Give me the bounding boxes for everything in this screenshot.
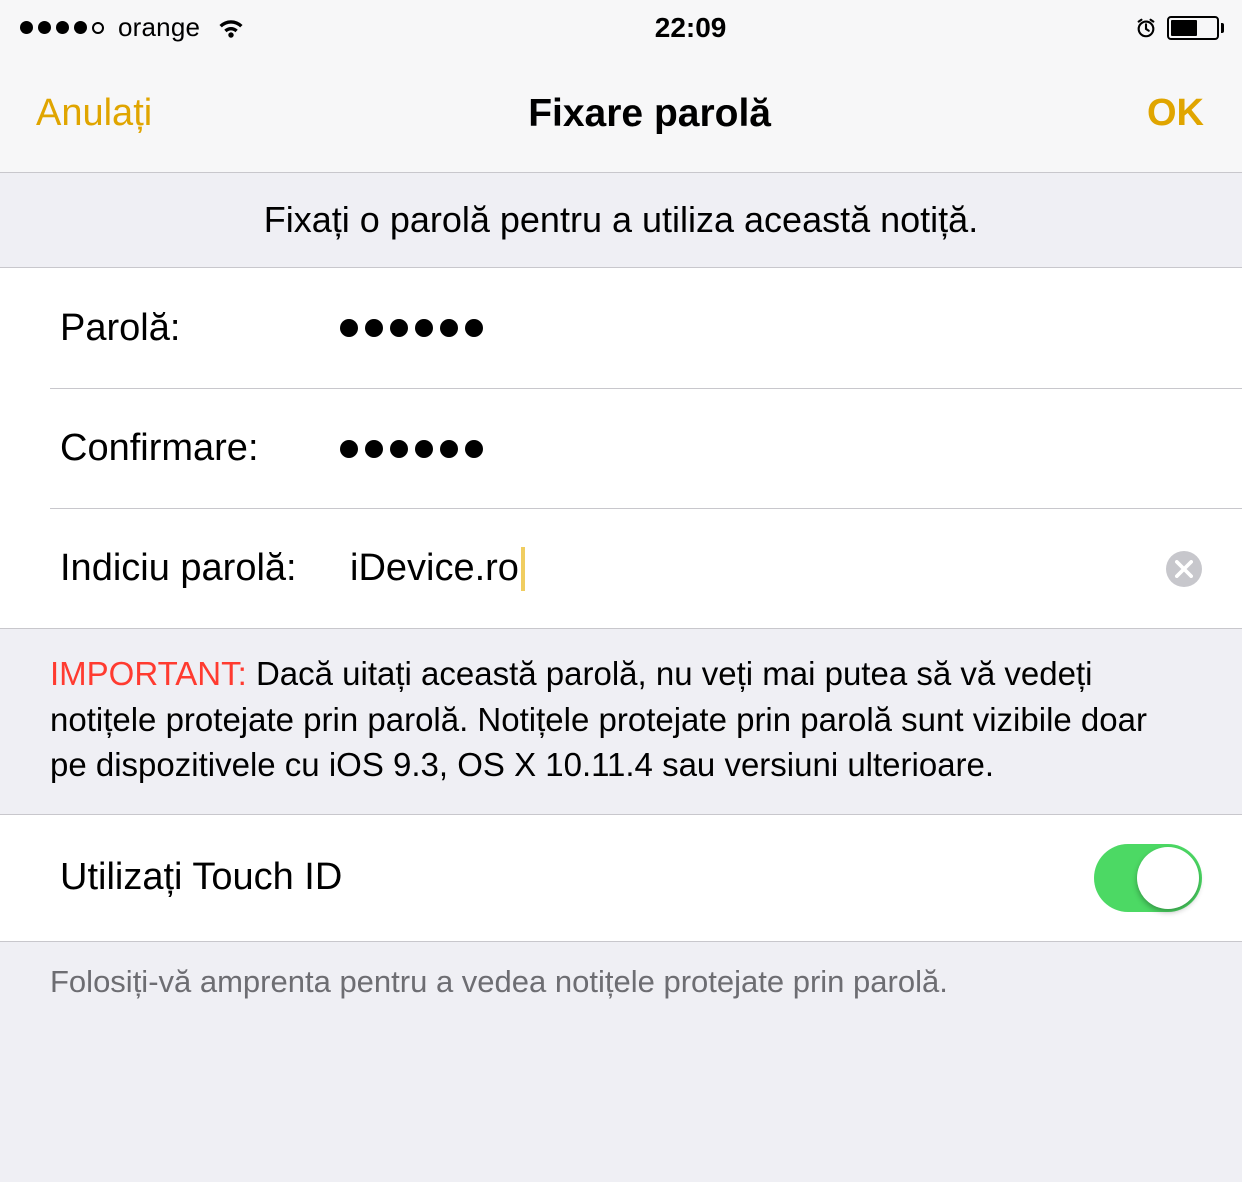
- status-right: [1135, 16, 1224, 40]
- password-form: Parolă: Confirmare: Indiciu parolă: iDev…: [0, 267, 1242, 629]
- confirm-value: [340, 440, 483, 458]
- nav-bar: Anulați Fixare parolă OK: [0, 55, 1242, 173]
- text-cursor: [521, 547, 525, 591]
- alarm-icon: [1135, 17, 1157, 39]
- important-label: IMPORTANT:: [50, 655, 247, 692]
- touchid-label: Utilizați Touch ID: [60, 856, 342, 899]
- status-time: 22:09: [655, 12, 727, 44]
- ok-button[interactable]: OK: [1147, 92, 1204, 135]
- confirm-label: Confirmare:: [60, 427, 330, 470]
- carrier-label: orange: [118, 12, 200, 43]
- signal-strength-icon: [20, 21, 104, 34]
- switch-knob: [1137, 847, 1199, 909]
- touchid-group: Utilizați Touch ID: [0, 814, 1242, 942]
- close-icon: [1175, 560, 1193, 578]
- clear-text-button[interactable]: [1166, 551, 1202, 587]
- hint-input[interactable]: iDevice.ro: [350, 547, 519, 590]
- touchid-switch[interactable]: [1094, 844, 1202, 912]
- touchid-footer-note: Folosiți-vă amprenta pentru a vedea noti…: [0, 942, 1242, 1030]
- status-bar: orange 22:09: [0, 0, 1242, 55]
- important-note: IMPORTANT: Dacă uitați această parolă, n…: [0, 629, 1242, 814]
- wifi-icon: [216, 17, 246, 39]
- password-row[interactable]: Parolă:: [0, 268, 1242, 388]
- instruction-text: Fixați o parolă pentru a utiliza această…: [0, 173, 1242, 267]
- touchid-row: Utilizați Touch ID: [0, 815, 1242, 941]
- status-left: orange: [20, 12, 246, 43]
- battery-icon: [1167, 16, 1224, 40]
- confirm-row[interactable]: Confirmare:: [50, 388, 1242, 508]
- password-value: [340, 319, 483, 337]
- cancel-button[interactable]: Anulați: [36, 92, 152, 135]
- hint-row[interactable]: Indiciu parolă: iDevice.ro: [50, 508, 1242, 628]
- hint-label: Indiciu parolă:: [60, 547, 350, 590]
- password-label: Parolă:: [60, 307, 330, 350]
- page-title: Fixare parolă: [528, 92, 771, 136]
